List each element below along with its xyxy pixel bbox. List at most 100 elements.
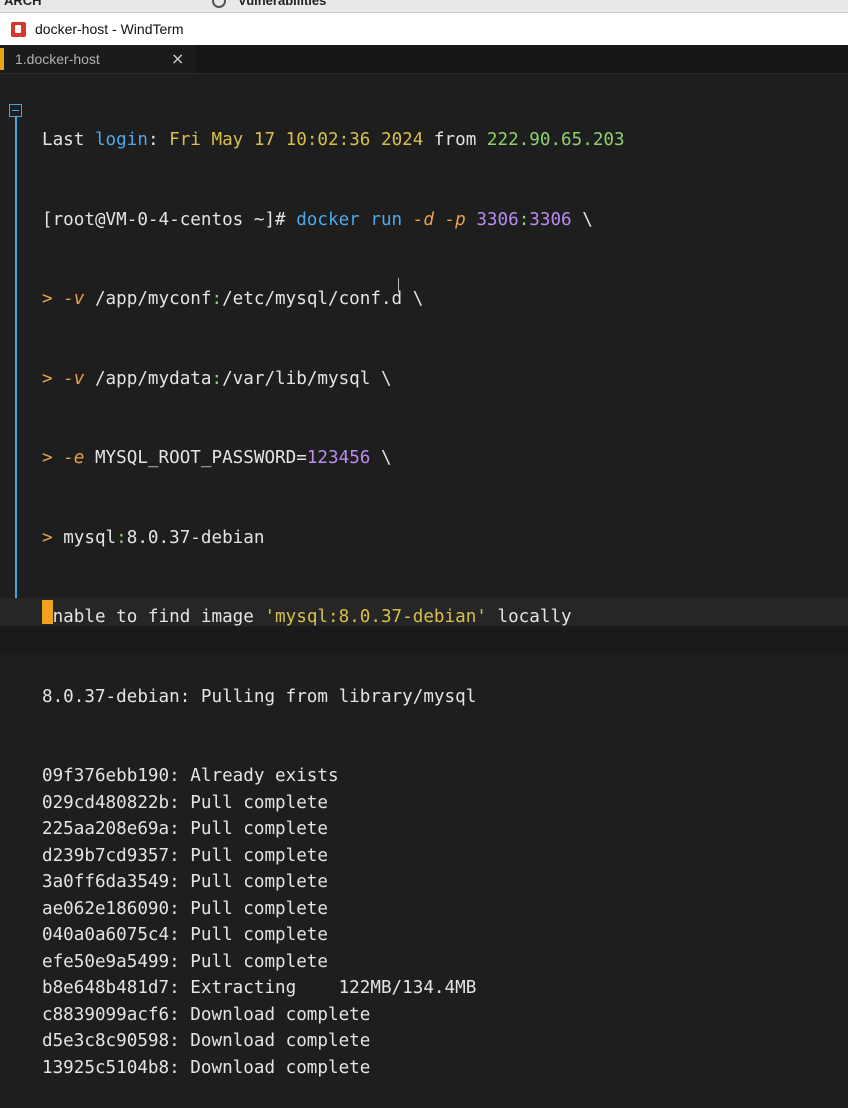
text-segment: login <box>94 130 148 150</box>
layer-status: : Pull complete <box>169 819 328 839</box>
text-segment: Unable to find image <box>42 607 265 627</box>
layer-status: : Download complete <box>169 1031 371 1051</box>
window-titlebar[interactable]: docker-host - WindTerm <box>0 12 848 45</box>
background-tab-text: Vulnerabilities <box>238 0 327 8</box>
text-segment <box>434 210 445 230</box>
layer-id: d239b7cd9357 <box>42 845 170 866</box>
text-segment: /var/lib/mysql \ <box>222 368 392 389</box>
text-segment: /app/mydata <box>84 368 212 389</box>
continuation-prompt: > <box>42 368 64 389</box>
image-tag: 8.0.37-debian <box>126 527 265 548</box>
text-segment: from <box>423 130 487 150</box>
layer-line: b8e648b481d7: Extracting 122MB/134.4MB <box>42 975 625 1002</box>
background-window-text: ARCH <box>4 0 42 8</box>
layer-status: : Already exists <box>169 766 339 786</box>
terminal-output[interactable]: Last login: Fri May 17 10:02:36 2024 fro… <box>42 74 625 1108</box>
command-line: [root@VM-0-4-centos ~]# docker run -d -p… <box>42 207 625 234</box>
flag: -v <box>63 289 85 309</box>
layer-line: ae062e186090: Pull complete <box>42 896 625 923</box>
layer-line: 3a0ff6da3549: Pull complete <box>42 869 625 896</box>
line-continuation: \ <box>571 209 593 230</box>
layer-id: b8e648b481d7 <box>42 978 170 998</box>
password-value: 123456 <box>306 448 371 468</box>
continuation-line: > -v /app/myconf:/etc/mysql/conf.d \ <box>42 286 625 313</box>
layer-line: efe50e9a5499: Pull complete <box>42 949 625 976</box>
tab-bar: 1.docker-host × <box>0 45 848 74</box>
layer-line: 13925c5104b8: Download complete <box>42 1055 625 1082</box>
layer-line: 040a0a6075c4: Pull complete <box>42 922 625 949</box>
port-number: 3306 <box>529 209 572 230</box>
image-tag: 8.0.37-debian <box>42 686 180 707</box>
continuation-prompt: > <box>42 448 64 468</box>
flag: -p <box>444 209 466 230</box>
layer-line: 225aa208e69a: Pull complete <box>42 816 625 843</box>
text-segment: : <box>116 527 127 548</box>
tab-docker-host[interactable]: 1.docker-host × <box>0 45 196 73</box>
mouse-ibeam-cursor <box>398 278 399 292</box>
layer-id: ae062e186090 <box>42 898 170 919</box>
text-segment: /app/myconf <box>84 289 212 309</box>
flag: -d <box>412 209 434 230</box>
text-segment: MYSQL_ROOT_PASSWORD= <box>84 448 307 468</box>
text-segment: mysql <box>63 527 117 548</box>
layer-status: : Pull complete <box>169 872 328 892</box>
layer-status: : Download complete <box>169 1057 371 1078</box>
continuation-prompt: > <box>42 527 64 548</box>
continuation-line: > -v /app/mydata:/var/lib/mysql \ <box>42 366 625 393</box>
text-segment: : <box>211 368 223 389</box>
fold-range-line <box>15 117 17 608</box>
layer-id: 13925c5104b8 <box>42 1057 170 1078</box>
text-segment: Last <box>42 130 95 150</box>
layer-status: : Pull complete <box>169 845 328 866</box>
layer-id: 225aa208e69a <box>42 819 170 839</box>
layer-status: : Extracting 122MB/134.4MB <box>169 978 477 998</box>
layer-status: : Pull complete <box>169 792 328 813</box>
shell-prompt: [root@VM-0-4-centos ~]# <box>42 209 297 230</box>
text-segment: : <box>518 209 530 230</box>
layer-status: : Download complete <box>169 1004 371 1025</box>
close-icon[interactable]: × <box>171 49 184 68</box>
layer-status: : Pull complete <box>169 898 328 919</box>
login-ip: 222.90.65.203 <box>486 130 625 150</box>
fold-icon[interactable] <box>9 104 22 117</box>
tab-active-indicator <box>0 48 4 70</box>
layer-id: 029cd480822b <box>42 792 170 813</box>
command-text: docker run <box>296 209 413 230</box>
layer-line: 029cd480822b: Pull complete <box>42 790 625 817</box>
windterm-app-icon <box>11 21 26 37</box>
output-line: 8.0.37-debian: Pulling from library/mysq… <box>42 684 625 711</box>
layer-line: d239b7cd9357: Pull complete <box>42 843 625 870</box>
continuation-line: > mysql:8.0.37-debian <box>42 525 625 552</box>
image-string: 'mysql:8.0.37-debian' <box>264 607 487 627</box>
layer-line: d5e3c8c90598: Download complete <box>42 1028 625 1055</box>
layer-id: d5e3c8c90598 <box>42 1031 170 1051</box>
tab-label: 1.docker-host <box>15 51 100 67</box>
layer-id: 09f376ebb190 <box>42 766 170 786</box>
text-segment: : <box>147 130 170 150</box>
layer-id: c8839099acf6 <box>42 1004 170 1025</box>
flag: -v <box>63 368 85 389</box>
layer-id: 3a0ff6da3549 <box>42 872 170 892</box>
last-login-line: Last login: Fri May 17 10:02:36 2024 fro… <box>42 127 625 154</box>
layer-status: : Pull complete <box>169 925 328 945</box>
terminal-gutter <box>0 73 42 633</box>
text-segment <box>466 210 477 230</box>
login-date: Fri May 17 10:02:36 2024 <box>169 130 424 150</box>
layer-line: c8839099acf6: Download complete <box>42 1002 625 1029</box>
window-bottom-area <box>0 626 848 654</box>
text-segment: : Pulling from library/mysql <box>179 686 477 707</box>
continuation-line: > -e MYSQL_ROOT_PASSWORD=123456 \ <box>42 445 625 472</box>
layer-status: : Pull complete <box>169 951 328 972</box>
window-title: docker-host - WindTerm <box>35 21 184 37</box>
text-segment: : <box>211 289 223 309</box>
layer-id: efe50e9a5499 <box>42 951 170 972</box>
text-segment: /etc/mysql/conf.d \ <box>222 289 424 309</box>
terminal-cursor <box>42 600 53 624</box>
continuation-prompt: > <box>42 289 64 309</box>
text-segment: locally <box>486 607 572 627</box>
layer-list: 09f376ebb190: Already exists 029cd480822b… <box>42 763 625 1081</box>
flag: -e <box>63 448 85 468</box>
line-continuation: \ <box>370 448 392 468</box>
background-github-icon <box>212 0 226 8</box>
layer-id: 040a0a6075c4 <box>42 925 170 945</box>
